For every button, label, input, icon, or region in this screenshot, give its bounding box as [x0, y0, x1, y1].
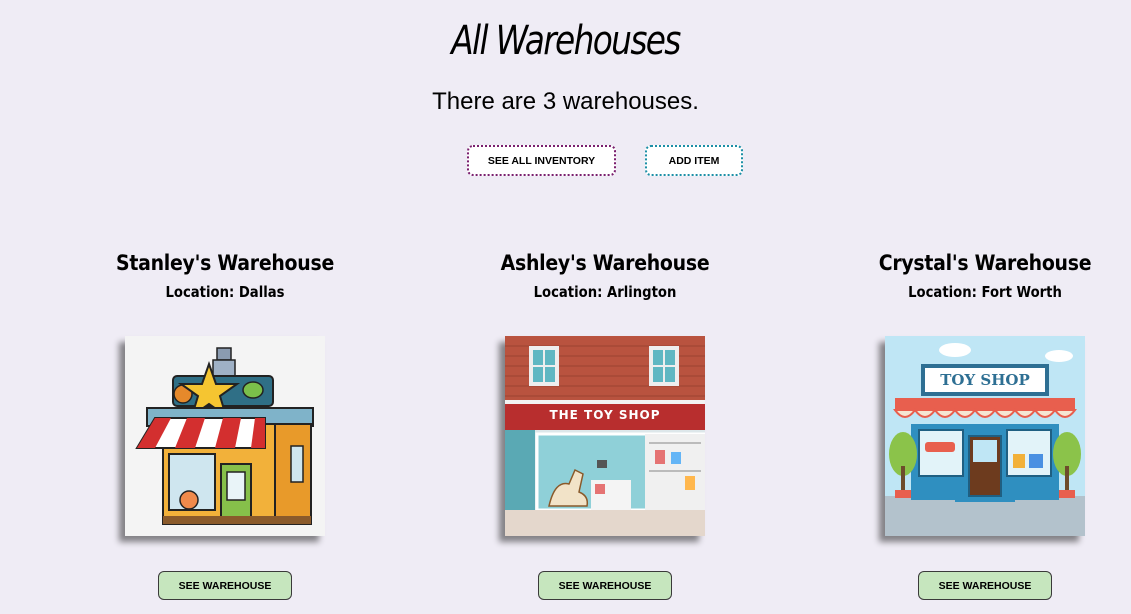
warehouse-card-ashley: Ashley's Warehouse Location: Arlington T… — [455, 248, 755, 600]
warehouse-location: Location: Arlington — [533, 283, 677, 301]
warehouse-image: TOY SHOP — [885, 336, 1085, 536]
see-all-inventory-button[interactable]: SEE ALL INVENTORY — [467, 145, 616, 176]
warehouse-card-crystal: Crystal's Warehouse Location: Fort Worth — [835, 248, 1131, 600]
shop-sign-text: THE TOY SHOP — [549, 408, 661, 422]
warehouse-image: THE TOY SHOP — [505, 336, 705, 536]
warehouse-image — [125, 336, 325, 536]
see-warehouse-button[interactable]: SEE WAREHOUSE — [918, 571, 1052, 600]
warehouse-name: Crystal's Warehouse — [878, 251, 1092, 275]
page-title: All Warehouses — [451, 18, 681, 64]
warehouse-card-stanley: Stanley's Warehouse Location: Dallas SEE… — [75, 248, 375, 600]
warehouse-location: Location: Dallas — [165, 283, 285, 301]
warehouse-name: Stanley's Warehouse — [116, 251, 334, 275]
see-warehouse-button[interactable]: SEE WAREHOUSE — [538, 571, 672, 600]
shop-sign-text: TOY SHOP — [940, 371, 1030, 389]
warehouse-count-text: There are 3 warehouses. — [432, 88, 699, 115]
add-item-button[interactable]: ADD ITEM — [645, 145, 743, 176]
see-warehouse-button[interactable]: SEE WAREHOUSE — [158, 571, 292, 600]
warehouse-location: Location: Fort Worth — [908, 283, 1062, 301]
warehouse-name: Ashley's Warehouse — [500, 251, 710, 275]
